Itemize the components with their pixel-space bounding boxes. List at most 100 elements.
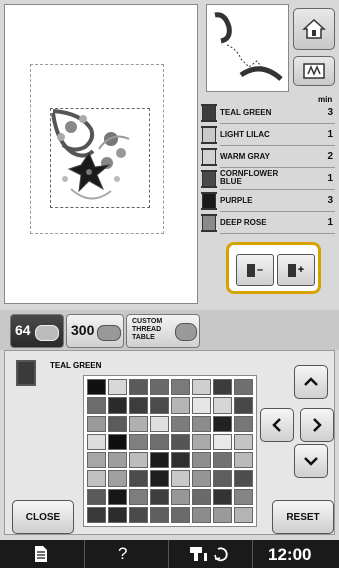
thread-name: LIGHT LILAC: [220, 130, 270, 139]
color-swatch[interactable]: [192, 415, 211, 432]
thread-preview-window: [206, 4, 289, 92]
thread-name: PURPLE: [220, 196, 253, 205]
color-swatch[interactable]: [234, 506, 253, 523]
color-swatch[interactable]: [171, 433, 190, 450]
color-swatch[interactable]: [234, 488, 253, 505]
color-swatch[interactable]: [213, 397, 232, 414]
color-swatch[interactable]: [234, 379, 253, 396]
thread-table-tabs: 64 300 CUSTOM THREAD TABLE: [0, 310, 339, 350]
color-swatch[interactable]: [213, 415, 232, 432]
scroll-left-button[interactable]: [260, 408, 294, 442]
color-swatch[interactable]: [150, 506, 169, 523]
color-swatch[interactable]: [213, 452, 232, 469]
color-swatch[interactable]: [150, 470, 169, 487]
thread-name: CORNFLOWER BLUE: [220, 170, 310, 186]
thread-spools-icon: [35, 325, 59, 341]
color-swatch[interactable]: [108, 488, 127, 505]
color-swatch[interactable]: [150, 488, 169, 505]
color-swatch[interactable]: [171, 397, 190, 414]
color-swatch[interactable]: [87, 379, 106, 396]
color-swatch[interactable]: [108, 433, 127, 450]
color-swatch[interactable]: [171, 470, 190, 487]
color-swatch[interactable]: [129, 433, 148, 450]
color-swatch[interactable]: [129, 470, 148, 487]
color-swatch[interactable]: [150, 379, 169, 396]
color-swatch[interactable]: [192, 488, 211, 505]
color-swatch[interactable]: [213, 506, 232, 523]
thread-row: WARM GRAY 2: [198, 146, 335, 168]
color-swatch[interactable]: [129, 397, 148, 414]
scroll-down-button[interactable]: [294, 444, 328, 478]
color-swatch[interactable]: [108, 452, 127, 469]
color-swatch[interactable]: [87, 415, 106, 432]
reset-button[interactable]: RESET: [272, 500, 334, 534]
color-grid: [83, 375, 257, 527]
color-swatch[interactable]: [171, 379, 190, 396]
spool-icon: [201, 170, 217, 188]
sewing-machine-icon: [303, 63, 325, 79]
thread-minutes: 1: [327, 129, 333, 140]
color-swatch[interactable]: [108, 470, 127, 487]
bobbin-thread-sensor-icon[interactable]: [186, 545, 234, 563]
color-swatch[interactable]: [171, 488, 190, 505]
color-swatch[interactable]: [171, 452, 190, 469]
embroidery-machine-button[interactable]: [293, 56, 335, 86]
tab-300-colors[interactable]: 300: [66, 314, 124, 348]
color-swatch[interactable]: [150, 397, 169, 414]
thread-path-preview: [214, 12, 283, 81]
color-swatch[interactable]: [108, 379, 127, 396]
scroll-right-button[interactable]: [300, 408, 334, 442]
tab-64-colors[interactable]: 64: [10, 314, 64, 348]
color-swatch[interactable]: [171, 506, 190, 523]
color-swatch[interactable]: [87, 433, 106, 450]
color-swatch[interactable]: [234, 397, 253, 414]
color-swatch[interactable]: [129, 379, 148, 396]
thread-color-list: TEAL GREEN 3 LIGHT LILAC 1 WARM GRAY 2 C…: [198, 92, 339, 236]
color-swatch[interactable]: [234, 470, 253, 487]
color-swatch[interactable]: [213, 433, 232, 450]
thread-spools-icon: [175, 323, 197, 341]
color-swatch[interactable]: [171, 415, 190, 432]
color-swatch[interactable]: [192, 379, 211, 396]
document-icon[interactable]: [34, 545, 48, 563]
thread-name: TEAL GREEN: [220, 108, 272, 117]
color-swatch[interactable]: [108, 506, 127, 523]
color-swatch[interactable]: [129, 506, 148, 523]
scroll-up-button[interactable]: [294, 365, 328, 399]
color-swatch[interactable]: [213, 470, 232, 487]
thread-name-line2: BLUE: [220, 177, 242, 186]
color-swatch[interactable]: [87, 470, 106, 487]
color-swatch[interactable]: [234, 433, 253, 450]
spool-icon: [201, 214, 217, 232]
help-icon[interactable]: ?: [118, 544, 127, 564]
color-swatch[interactable]: [192, 433, 211, 450]
color-swatch[interactable]: [87, 452, 106, 469]
color-swatch[interactable]: [129, 415, 148, 432]
color-swatch[interactable]: [129, 488, 148, 505]
tab-custom-thread-table[interactable]: CUSTOM THREAD TABLE: [126, 314, 200, 348]
color-swatch[interactable]: [192, 470, 211, 487]
thread-name: DEEP ROSE: [220, 218, 267, 227]
home-button[interactable]: [293, 8, 335, 50]
color-swatch[interactable]: [108, 397, 127, 414]
thread-spools-icon: [97, 325, 121, 341]
color-swatch[interactable]: [192, 452, 211, 469]
color-swatch[interactable]: [213, 379, 232, 396]
color-swatch[interactable]: [150, 415, 169, 432]
color-swatch[interactable]: [150, 433, 169, 450]
color-swatch[interactable]: [87, 488, 106, 505]
color-swatch[interactable]: [192, 397, 211, 414]
color-swatch[interactable]: [129, 452, 148, 469]
color-swatch[interactable]: [108, 415, 127, 432]
color-swatch[interactable]: [213, 488, 232, 505]
color-swatch[interactable]: [192, 506, 211, 523]
previous-spool-button[interactable]: –: [236, 254, 274, 286]
next-spool-button[interactable]: +: [277, 254, 315, 286]
color-swatch[interactable]: [150, 452, 169, 469]
color-swatch[interactable]: [234, 452, 253, 469]
thread-minutes: 1: [327, 173, 333, 184]
close-button[interactable]: CLOSE: [12, 500, 74, 534]
color-swatch[interactable]: [87, 397, 106, 414]
color-swatch[interactable]: [87, 506, 106, 523]
color-swatch[interactable]: [234, 415, 253, 432]
